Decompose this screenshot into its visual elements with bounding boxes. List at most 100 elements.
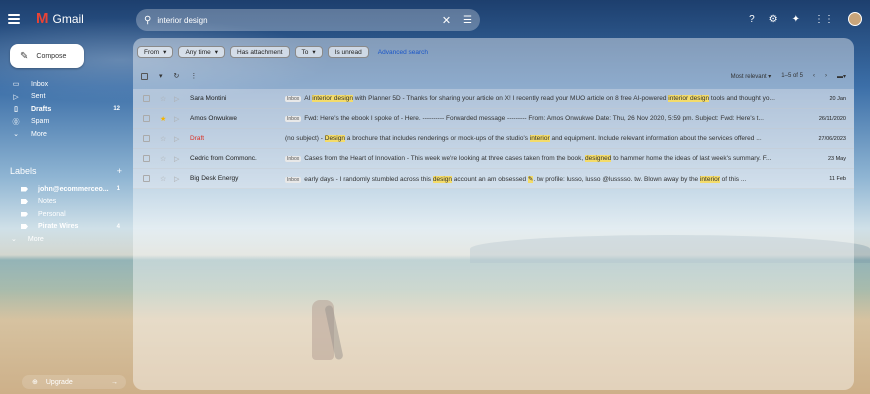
top-bar: M Gmail ⚲ ✕ ☰ ? ⚙ ✦ ⋮⋮ bbox=[0, 0, 870, 40]
inbox-tag[interactable]: Inbox bbox=[285, 156, 302, 162]
send-icon: ▷ bbox=[13, 93, 19, 101]
inbox-tag[interactable]: Inbox bbox=[285, 176, 302, 183]
main-menu-icon[interactable] bbox=[8, 14, 20, 24]
star-icon[interactable]: ☆ bbox=[160, 135, 168, 143]
filter-chip[interactable]: From ▾ bbox=[137, 46, 174, 58]
prev-page-icon[interactable]: ‹ bbox=[813, 73, 815, 79]
sidebar-item-drafts[interactable]: ▯ Drafts 12 bbox=[0, 103, 130, 115]
filter-chip[interactable]: Is unread bbox=[327, 46, 369, 58]
page-range: 1–5 of 5 bbox=[781, 73, 803, 79]
email-date: 27/06/2023 bbox=[818, 135, 846, 142]
email-row[interactable]: ☆ ▷ Cedric from Commonc. Inbox Cases from… bbox=[133, 149, 854, 169]
importance-marker-icon[interactable]: ▷ bbox=[174, 115, 182, 123]
email-snippet: Inbox Cases from the Heart of Innovation … bbox=[285, 155, 800, 162]
filter-chip[interactable]: Any time ▾ bbox=[178, 46, 225, 58]
account-avatar[interactable] bbox=[848, 12, 862, 26]
row-checkbox[interactable] bbox=[143, 115, 150, 122]
label-item[interactable]: Personal bbox=[0, 208, 130, 220]
upgrade-button[interactable]: ⊕ Upgrade → bbox=[22, 375, 126, 389]
settings-gear-icon[interactable]: ⚙ bbox=[769, 14, 778, 25]
email-text: early days - I randomly stumbled across … bbox=[304, 175, 433, 183]
filter-chip-label: Has attachment bbox=[237, 48, 283, 56]
sort-dropdown[interactable]: Most relevant ▾ bbox=[731, 73, 772, 80]
highlighted-term: interior bbox=[529, 135, 550, 142]
apps-grid-icon[interactable]: ⋮⋮ bbox=[814, 14, 834, 25]
star-icon[interactable]: ★ bbox=[160, 115, 168, 123]
label-item[interactable]: Notes bbox=[0, 196, 130, 208]
filter-chip-label: To bbox=[301, 48, 309, 56]
upgrade-label: Upgrade bbox=[45, 378, 73, 386]
filter-chip-label: Any time bbox=[185, 48, 211, 56]
main-panel: From ▾ Any time ▾ Has attachment To ▾ Is unread… bbox=[133, 38, 854, 390]
inbox-tag[interactable]: Inbox bbox=[285, 116, 302, 122]
highlighted-term: Design bbox=[324, 135, 345, 142]
search-filter-chips: From ▾ Any time ▾ Has attachment To ▾ Is unread… bbox=[137, 46, 428, 58]
label-name: More bbox=[27, 235, 44, 243]
sidebar-item-label: More bbox=[31, 130, 47, 138]
gemini-sparkle-icon[interactable]: ✦ bbox=[792, 14, 800, 25]
inbox-tag[interactable]: Inbox bbox=[285, 96, 302, 102]
chevron-down-icon: ⌄ bbox=[11, 236, 17, 243]
select-all-checkbox[interactable] bbox=[141, 72, 148, 80]
email-snippet: Inbox Fwd: Here's the ebook I spoke of - … bbox=[285, 115, 800, 122]
sidebar-item-label: Drafts bbox=[31, 105, 52, 113]
row-checkbox[interactable] bbox=[143, 135, 150, 142]
email-row[interactable]: ☆ ▷ Big Desk Energy Inbox early days - I … bbox=[133, 169, 854, 189]
compose-button[interactable]: ✎ Compose bbox=[10, 44, 84, 68]
highlighted-term: designed bbox=[585, 155, 612, 162]
filter-chip[interactable]: To ▾ bbox=[294, 46, 323, 58]
label-item[interactable]: john@ecommerceo... 1 bbox=[0, 183, 130, 195]
gmail-logo[interactable]: M Gmail bbox=[36, 11, 84, 26]
email-text: account an am obsessed bbox=[452, 175, 528, 183]
email-row[interactable]: ☆ ▷ Sara Montini Inbox AI interior design… bbox=[133, 89, 854, 109]
importance-marker-icon[interactable]: ▷ bbox=[174, 95, 182, 103]
sidebar-item-spam[interactable]: ⓪ Spam bbox=[0, 116, 130, 128]
clear-search-icon[interactable]: ✕ bbox=[442, 14, 451, 27]
star-icon[interactable]: ☆ bbox=[160, 95, 168, 103]
select-dropdown-icon[interactable]: ▾ bbox=[159, 72, 163, 80]
add-label-icon[interactable]: + bbox=[117, 166, 122, 176]
email-row[interactable]: ☆ ▷ Draft (no subject) - Design a brochu… bbox=[133, 129, 854, 149]
filter-chip[interactable]: Has attachment bbox=[230, 46, 290, 58]
email-sender: Cedric from Commonc. bbox=[190, 155, 257, 162]
help-icon[interactable]: ? bbox=[749, 14, 755, 25]
search-options-icon[interactable]: ☰ bbox=[463, 15, 472, 26]
row-checkbox[interactable] bbox=[143, 175, 150, 182]
keyboard-input-icon[interactable]: ▬▾ bbox=[837, 73, 846, 80]
advanced-search-link[interactable]: Advanced search bbox=[378, 49, 428, 56]
email-text: a brochure that includes renderings or m… bbox=[344, 135, 530, 142]
label-item[interactable]: Pirate Wires 4 bbox=[0, 221, 130, 233]
email-date: 26/11/2020 bbox=[818, 115, 846, 122]
spam-icon: ⓪ bbox=[12, 118, 20, 126]
search-bar[interactable]: ⚲ ✕ ☰ bbox=[136, 9, 480, 31]
label-item[interactable]: ⌄ More bbox=[0, 233, 130, 245]
star-icon[interactable]: ☆ bbox=[160, 175, 168, 183]
sidebar-item-more[interactable]: ⌄ More bbox=[0, 128, 130, 140]
search-icon[interactable]: ⚲ bbox=[144, 15, 151, 26]
more-options-icon[interactable]: ⋮ bbox=[190, 72, 197, 80]
next-page-icon[interactable]: › bbox=[825, 73, 827, 79]
importance-marker-icon[interactable]: ▷ bbox=[174, 135, 182, 143]
row-checkbox[interactable] bbox=[143, 155, 150, 162]
email-text: of this ... bbox=[719, 175, 747, 183]
email-row[interactable]: ★ ▷ Amos Onwukwe Inbox Fwd: Here's the eb… bbox=[133, 109, 854, 129]
email-sender: Sara Montini bbox=[190, 95, 227, 102]
label-name: Personal bbox=[38, 210, 66, 218]
email-date: 20 Jan bbox=[829, 95, 846, 102]
star-icon[interactable]: ☆ bbox=[160, 155, 168, 163]
importance-marker-icon[interactable]: ▷ bbox=[174, 175, 182, 183]
search-input[interactable] bbox=[157, 15, 436, 25]
refresh-icon[interactable]: ↻ bbox=[174, 72, 180, 80]
sidebar-item-label: Spam bbox=[31, 118, 50, 125]
importance-marker-icon[interactable]: ▷ bbox=[174, 155, 182, 163]
filter-chip-label: Is unread bbox=[334, 48, 362, 56]
row-checkbox[interactable] bbox=[143, 95, 150, 102]
arrow-right-icon: → bbox=[111, 378, 118, 386]
sidebar-item-sent[interactable]: ▷ Sent bbox=[0, 91, 130, 103]
highlighted-term: design bbox=[432, 175, 452, 183]
label-count: 1 bbox=[116, 186, 120, 192]
email-list: ☆ ▷ Sara Montini Inbox AI interior design… bbox=[133, 89, 854, 189]
sidebar-item-inbox[interactable]: ▭ Inbox bbox=[0, 78, 130, 90]
mail-toolbar: ▾ ↻ ⋮ Most relevant ▾ 1–5 of 5 ‹ › ▬▾ bbox=[141, 70, 846, 82]
email-sender: Amos Onwukwe bbox=[190, 115, 237, 122]
